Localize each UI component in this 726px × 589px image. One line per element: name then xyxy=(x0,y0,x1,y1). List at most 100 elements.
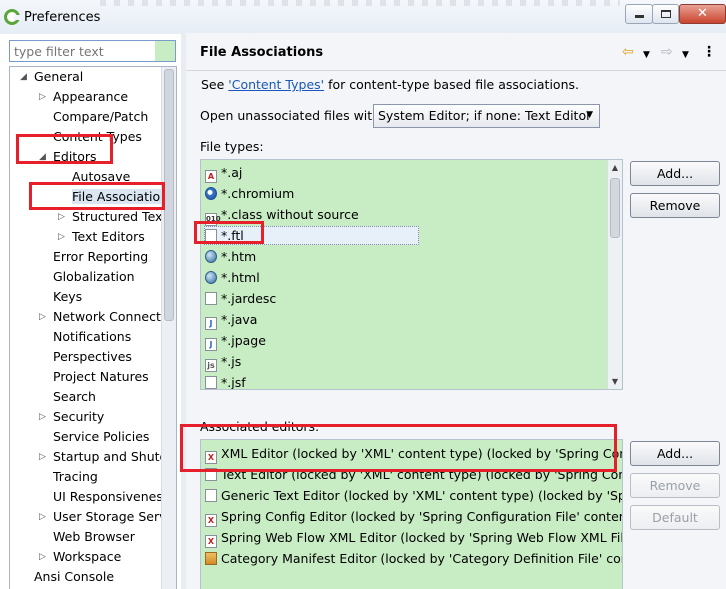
open-unassociated-select[interactable]: System Editor; if none: Text Editor ▼ xyxy=(373,104,600,128)
expand-arrow-icon[interactable]: ▷ xyxy=(39,547,49,567)
tree-item-label: Error Reporting xyxy=(53,249,149,264)
back-arrow-icon[interactable]: ⇦ xyxy=(622,44,634,60)
tree-item-service-policies[interactable]: Service Policies xyxy=(53,427,149,447)
tree-item-user-storage-service[interactable]: ▷ User Storage Service xyxy=(39,507,177,527)
editor-row[interactable]: X Spring Config Editor (locked by 'Spring… xyxy=(205,506,622,527)
collapse-arrow-icon[interactable]: ◢ xyxy=(20,67,30,87)
tree-item-compare-patch[interactable]: Compare/Patch xyxy=(53,107,148,127)
tree-item-error-reporting[interactable]: Error Reporting xyxy=(53,247,148,267)
file-type-row[interactable]: *.jardesc xyxy=(205,288,276,309)
editor-row[interactable]: X Spring Web Flow XML Editor (locked by '… xyxy=(205,527,622,548)
tree-item-label: Compare/Patch xyxy=(53,109,149,124)
back-menu-icon[interactable]: ▼ xyxy=(643,47,650,63)
forward-arrow-icon[interactable]: ⇨ xyxy=(661,44,673,60)
tree-item-label: Autosave xyxy=(72,169,131,184)
tree-item-label: Project Natures xyxy=(53,369,149,384)
expand-arrow-icon[interactable]: ▷ xyxy=(39,87,49,107)
expand-arrow-icon[interactable]: ▷ xyxy=(58,207,68,227)
file-type-row[interactable]: 010*.class without source xyxy=(205,204,359,226)
editor-default-button[interactable]: Default xyxy=(630,505,720,530)
file-type-label: *.jpage xyxy=(221,333,266,348)
scroll-up-icon[interactable]: ▲ xyxy=(608,160,622,175)
tree-item-label: Network Connections xyxy=(53,309,177,324)
file-type-row[interactable]: *.chromium xyxy=(205,183,294,204)
tree-scrollbar-thumb[interactable] xyxy=(164,69,174,321)
tree-item-network-connections[interactable]: ▷ Network Connections xyxy=(39,307,177,327)
tree-item-label: Startup and Shutdown xyxy=(53,449,176,464)
file-type-add-button[interactable]: Add... xyxy=(630,161,720,186)
tree-item-web-browser[interactable]: Web Browser xyxy=(53,527,135,547)
chevron-down-icon: ▼ xyxy=(586,110,593,120)
xml-editor-icon: X xyxy=(205,451,217,464)
tree-item-content-types[interactable]: Content Types xyxy=(53,127,142,147)
tree-item-text-editors[interactable]: ▷ Text Editors xyxy=(58,227,145,247)
editor-remove-button[interactable]: Remove xyxy=(630,473,720,498)
window-title: Preferences xyxy=(24,10,101,25)
generic-editor-icon xyxy=(205,489,217,502)
tree-item-security[interactable]: ▷ Security xyxy=(39,407,104,427)
tree-item-keys[interactable]: Keys xyxy=(53,287,82,307)
file-type-row[interactable]: A *.aj xyxy=(205,162,242,183)
tree-scrollbar[interactable] xyxy=(161,67,176,589)
tree-item-autosave[interactable]: Autosave xyxy=(72,167,130,187)
editor-row[interactable]: Text Editor (locked by 'XML' content typ… xyxy=(205,464,622,485)
content-types-link[interactable]: 'Content Types' xyxy=(228,77,324,92)
tree-item-notifications[interactable]: Notifications xyxy=(53,327,131,347)
editor-row[interactable]: Generic Text Editor (locked by 'XML' con… xyxy=(205,485,622,506)
tree-item-ui-responsiveness[interactable]: UI Responsiveness xyxy=(53,487,169,507)
editor-row[interactable]: Category Manifest Editor (locked by 'Cat… xyxy=(205,548,622,569)
close-button[interactable]: ✕ xyxy=(679,4,726,24)
file-type-row[interactable]: *.html xyxy=(205,267,260,288)
expand-arrow-icon[interactable]: ▷ xyxy=(39,307,49,327)
tree-item-label: User Storage Service xyxy=(53,509,177,524)
view-menu-icon[interactable]: ⋮ xyxy=(702,44,716,60)
minimize-button[interactable] xyxy=(625,4,653,24)
associated-editors-label: Associated editors: xyxy=(200,419,320,434)
editor-add-button[interactable]: Add... xyxy=(630,441,720,466)
maximize-button[interactable] xyxy=(652,4,679,24)
tree-item-tracing[interactable]: Tracing xyxy=(53,467,98,487)
tree-item-label: Ansi Console xyxy=(34,569,115,584)
preferences-tree[interactable]: Ansi Console ▷ Workspace Web Browser ▷ User S… xyxy=(9,66,177,589)
file-type-row[interactable]: J *.java xyxy=(205,309,257,330)
tree-item-label: Globalization xyxy=(53,269,135,284)
text-editor-icon xyxy=(205,468,217,481)
filter-input[interactable] xyxy=(9,40,176,62)
editor-label: XML Editor (locked by 'XML' content type… xyxy=(221,446,623,461)
file-types-scrollbar[interactable]: ▲ ▼ xyxy=(607,160,622,389)
tree-item-file-associations[interactable]: File Associations xyxy=(72,187,175,207)
tree-item-editors[interactable]: ◢ Editors xyxy=(39,147,97,167)
forward-menu-icon[interactable]: ▼ xyxy=(682,47,689,63)
file-type-row[interactable]: *.htm xyxy=(205,246,256,267)
file-type-remove-button[interactable]: Remove xyxy=(630,193,720,218)
file-types-scrollbar-thumb[interactable] xyxy=(610,178,620,238)
file-type-row[interactable]: J *.jpage xyxy=(205,330,266,351)
associated-editors-list[interactable]: X XML Editor (locked by 'XML' content typ… xyxy=(200,439,623,589)
manifest-icon xyxy=(205,552,217,565)
expand-arrow-icon[interactable]: ▷ xyxy=(39,507,49,527)
spring-xml-icon: X xyxy=(205,535,217,548)
file-type-label: *.ftl xyxy=(221,228,244,243)
title-bar: Preferences ✕ xyxy=(0,0,726,34)
expand-arrow-icon[interactable]: ▷ xyxy=(58,227,68,247)
tree-item-perspectives[interactable]: Perspectives xyxy=(53,347,132,367)
file-type-row[interactable]: *.ftl xyxy=(205,225,244,246)
tree-item-appearance[interactable]: ▷ Appearance xyxy=(39,87,128,107)
collapse-arrow-icon[interactable]: ◢ xyxy=(39,147,49,167)
scroll-down-icon[interactable]: ▼ xyxy=(608,374,622,389)
file-type-row[interactable]: js *.js xyxy=(205,351,241,372)
file-type-label: *.aj xyxy=(221,165,243,180)
tree-item-search[interactable]: Search xyxy=(53,387,96,407)
editor-row[interactable]: X XML Editor (locked by 'XML' content typ… xyxy=(205,443,623,464)
tree-item-workspace[interactable]: ▷ Workspace xyxy=(39,547,121,567)
tree-item-startup-and-shutdown[interactable]: ▷ Startup and Shutdown xyxy=(39,447,176,467)
file-type-row[interactable]: *.jsf xyxy=(205,372,246,389)
tree-item-ansi-console[interactable]: Ansi Console xyxy=(34,567,114,587)
expand-arrow-icon[interactable]: ▷ xyxy=(39,447,49,467)
tree-item-general[interactable]: ◢ General xyxy=(20,67,83,87)
expand-arrow-icon[interactable]: ▷ xyxy=(39,407,49,427)
tree-item-label: Notifications xyxy=(53,329,132,344)
tree-item-globalization[interactable]: Globalization xyxy=(53,267,135,287)
tree-item-project-natures[interactable]: Project Natures xyxy=(53,367,149,387)
file-types-list[interactable]: ▲ ▼ A *.aj *.chromium 010*.class without so… xyxy=(200,159,623,390)
